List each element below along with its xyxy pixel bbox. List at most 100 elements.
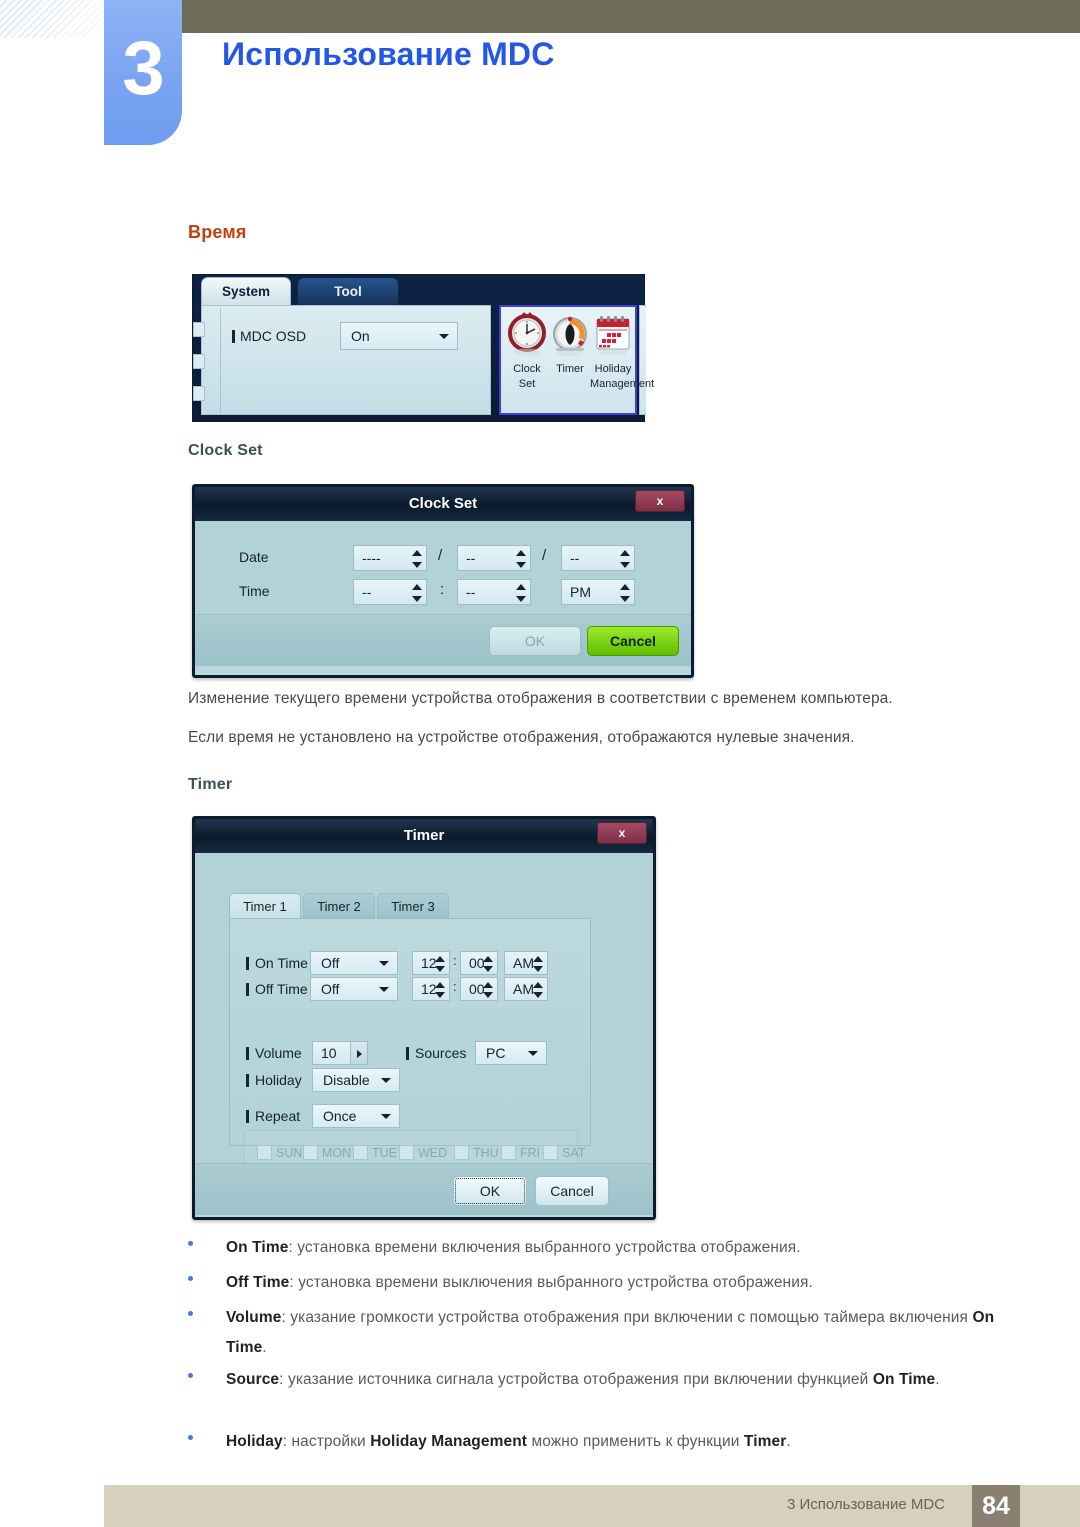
tab-system[interactable]: System — [201, 277, 291, 305]
spinner-arrows-icon[interactable] — [531, 954, 545, 974]
clock-set-dialog: Clock Set x Date ---- / -- / -- Time -- … — [192, 484, 694, 678]
on-time-meridiem-spinner[interactable]: AM — [504, 951, 548, 975]
holiday-management-icon — [590, 311, 636, 361]
off-time-meridiem-spinner[interactable]: AM — [504, 977, 548, 1001]
group-divider — [220, 308, 221, 413]
bullet-tail-volume: . — [262, 1339, 267, 1356]
mdc-osd-select[interactable]: On — [340, 322, 458, 350]
spinner-arrows-icon[interactable] — [410, 548, 424, 570]
icon-button-clock-set[interactable]: Clock Set — [504, 311, 550, 391]
cancel-button[interactable]: Cancel — [535, 1176, 609, 1206]
spinner-arrows-icon[interactable] — [481, 980, 495, 1000]
date-separator-2: / — [542, 547, 547, 564]
off-time-mode-value: Off — [321, 981, 340, 997]
holiday-caption-1: Holiday — [594, 363, 632, 375]
mdc-osd-label-text: MDC OSD — [240, 328, 307, 344]
bullet-off-time: Off Time: установка времени выключения в… — [188, 1268, 1008, 1298]
spinner-arrows-icon[interactable] — [618, 582, 632, 604]
on-time-mode-select[interactable]: Off — [310, 951, 398, 975]
bullet-text-holiday-2: можно применить к функции — [527, 1433, 744, 1450]
volume-stepper-right-button[interactable] — [350, 1041, 368, 1065]
date-month-spinner[interactable]: -- — [457, 545, 531, 571]
repeat-select[interactable]: Once — [312, 1104, 400, 1128]
tab-timer-1[interactable]: Timer 1 — [229, 893, 301, 919]
checkbox-box-icon[interactable] — [543, 1145, 558, 1160]
checkbox-box-icon[interactable] — [353, 1145, 368, 1160]
holiday-label: Holiday — [246, 1072, 302, 1088]
checkbox-fri[interactable]: FRI — [501, 1145, 540, 1160]
spinner-arrows-icon[interactable] — [514, 582, 528, 604]
spinner-arrows-icon[interactable] — [410, 582, 424, 604]
close-icon[interactable]: x — [597, 822, 647, 844]
checkbox-box-icon[interactable] — [303, 1145, 318, 1160]
bullet-term-holiday-timer: Timer — [743, 1433, 787, 1450]
checkbox-box-icon[interactable] — [501, 1145, 516, 1160]
checkbox-tue[interactable]: TUE — [353, 1145, 397, 1160]
bullet-text-volume: : указание громкости устройства отображе… — [281, 1309, 973, 1326]
icon-button-holiday-management[interactable]: Holiday Management — [590, 311, 654, 391]
bullet-source: Source: указание источника сигнала устро… — [188, 1365, 1008, 1395]
chevron-down-icon — [379, 987, 389, 992]
off-time-label: Off Time — [246, 981, 308, 997]
spinner-arrows-icon[interactable] — [531, 980, 545, 1000]
close-icon[interactable]: x — [635, 490, 685, 512]
time-hour-value: -- — [362, 584, 372, 600]
holiday-select[interactable]: Disable — [312, 1068, 400, 1092]
header-brown-band — [182, 0, 1080, 33]
date-day-spinner[interactable]: -- — [561, 545, 635, 571]
off-time-minute-spinner[interactable]: 00 — [460, 977, 498, 1001]
icon-button-timer[interactable]: Timer — [547, 311, 593, 378]
panel-tabstrip: System Tool — [193, 275, 644, 305]
cancel-button[interactable]: Cancel — [587, 626, 679, 656]
time-hour-spinner[interactable]: -- — [353, 579, 427, 605]
checkbox-sun[interactable]: SUN — [257, 1145, 302, 1160]
tab-timer-2[interactable]: Timer 2 — [303, 893, 375, 919]
date-year-spinner[interactable]: ---- — [353, 545, 427, 571]
time-separator: : — [440, 581, 445, 598]
checkbox-thu[interactable]: THU — [454, 1145, 499, 1160]
checkbox-mon[interactable]: MON — [303, 1145, 351, 1160]
spinner-arrows-icon[interactable] — [481, 954, 495, 974]
date-month-value: -- — [466, 550, 476, 566]
bullet-tail-source: . — [935, 1371, 940, 1388]
spinner-arrows-icon[interactable] — [433, 954, 447, 974]
time-minute-spinner[interactable]: -- — [457, 579, 531, 605]
checkbox-wed[interactable]: WED — [399, 1145, 447, 1160]
chapter-number: 3 — [122, 26, 164, 111]
paragraph-clock-set-1: Изменение текущего времени устройства от… — [188, 690, 893, 707]
ok-button[interactable]: OK — [489, 626, 581, 656]
bullet-dot-icon — [188, 1276, 193, 1281]
bullet-dot-icon — [188, 1241, 193, 1246]
ok-button[interactable]: OK — [453, 1176, 527, 1206]
checkbox-box-icon[interactable] — [454, 1145, 469, 1160]
repeat-label-text: Repeat — [255, 1108, 301, 1124]
off-time-hour-spinner[interactable]: 12 — [412, 977, 450, 1001]
bullet-term-source-ontime: On Time — [872, 1371, 936, 1388]
bullet-term-volume: Volume — [226, 1309, 282, 1326]
spinner-arrows-icon[interactable] — [514, 548, 528, 570]
off-time-mode-select[interactable]: Off — [310, 977, 398, 1001]
spinner-arrows-icon[interactable] — [433, 980, 447, 1000]
icons-right-stub — [639, 305, 646, 415]
time-icons-group-selected: Clock Set Timer Holiday Management — [499, 305, 654, 415]
checkbox-box-icon[interactable] — [257, 1145, 272, 1160]
bullet-text-holiday: : настройки — [282, 1433, 371, 1450]
volume-label: Volume — [246, 1045, 302, 1061]
bullet-dot-icon — [188, 1373, 193, 1378]
timer-titlebar: Timer x — [195, 819, 653, 853]
tab-timer-3[interactable]: Timer 3 — [377, 893, 449, 919]
spinner-arrows-icon[interactable] — [618, 548, 632, 570]
sources-select[interactable]: PC — [475, 1041, 547, 1065]
checkbox-wed-label: WED — [418, 1146, 448, 1160]
bullet-dot-icon — [188, 1435, 193, 1440]
on-time-hour-spinner[interactable]: 12 — [412, 951, 450, 975]
tab-tool[interactable]: Tool — [297, 277, 399, 305]
time-label: Time — [239, 583, 270, 599]
on-time-minute-spinner[interactable]: 00 — [460, 951, 498, 975]
checkbox-box-icon[interactable] — [399, 1145, 414, 1160]
time-meridiem-spinner[interactable]: PM — [561, 579, 635, 605]
bullet-text-off-time: : установка времени выключения выбранног… — [289, 1274, 813, 1291]
bullet-tail-holiday: . — [786, 1433, 791, 1450]
checkbox-sat[interactable]: SAT — [543, 1145, 585, 1160]
timer-dialog: Timer x Timer 1 Timer 2 Timer 3 On Time … — [192, 816, 656, 1220]
